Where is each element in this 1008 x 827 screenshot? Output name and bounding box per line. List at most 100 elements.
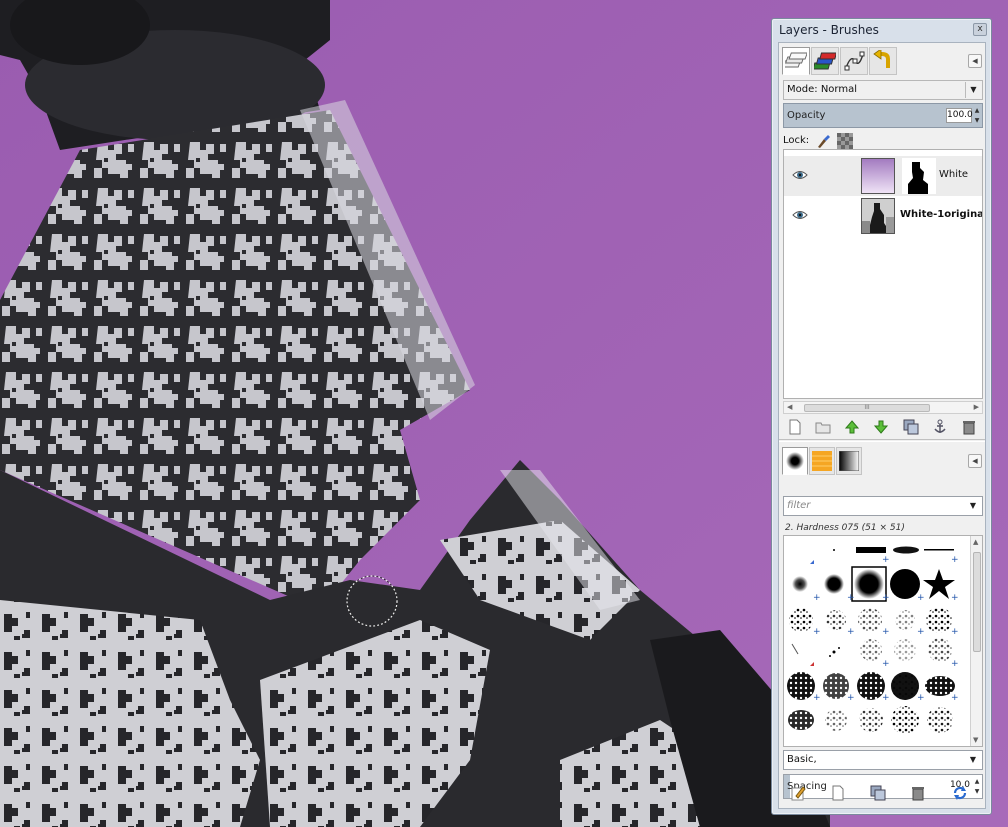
brush-grid-previews: + + + + + + + + + + + + + + + + + + + bbox=[787, 546, 959, 734]
close-button[interactable]: x bbox=[973, 23, 987, 36]
layers-tab-menu-button[interactable]: ◀ bbox=[968, 54, 982, 68]
svg-text:+: + bbox=[951, 593, 959, 603]
new-layer-button[interactable] bbox=[787, 419, 803, 435]
tab-brushes[interactable] bbox=[782, 447, 808, 475]
brush-grid-vscrollbar[interactable]: ▲ ▼ bbox=[970, 536, 982, 746]
svg-text:+: + bbox=[917, 693, 925, 703]
delete-brush-button[interactable] bbox=[910, 785, 926, 801]
spin-down-icon[interactable]: ▼ bbox=[973, 116, 981, 126]
scroll-right-icon[interactable]: ▶ bbox=[974, 403, 979, 411]
opacity-spinscale[interactable]: Opacity 100.0 ▲ ▼ bbox=[783, 103, 983, 128]
svg-text:+: + bbox=[882, 555, 890, 565]
chevron-down-icon[interactable]: ▼ bbox=[965, 498, 981, 514]
brush-grid[interactable]: + + + + + + + + + + + + + + + + + + + ▲ ▼ bbox=[783, 535, 983, 747]
eye-icon[interactable] bbox=[792, 168, 808, 182]
layer-thumbnail[interactable] bbox=[861, 198, 895, 234]
tab-layers[interactable] bbox=[782, 47, 810, 75]
lock-row: Lock: bbox=[783, 133, 983, 149]
selected-brush-label: 2. Hardness 075 (51 × 51) bbox=[785, 523, 905, 533]
lock-label: Lock: bbox=[783, 135, 810, 146]
brushes-tab-menu-button[interactable]: ◀ bbox=[968, 454, 982, 468]
lock-alpha-icon[interactable] bbox=[837, 133, 853, 149]
layer-thumbnail[interactable] bbox=[861, 158, 895, 194]
undo-history-icon bbox=[873, 50, 890, 68]
svg-text:+: + bbox=[847, 627, 855, 637]
new-layer-icon bbox=[789, 419, 801, 435]
layer-name[interactable]: White bbox=[939, 169, 968, 180]
svg-text:+: + bbox=[917, 593, 925, 603]
lower-layer-button[interactable] bbox=[873, 419, 889, 435]
tab-gradients[interactable] bbox=[836, 447, 862, 475]
svg-text:+: + bbox=[882, 627, 890, 637]
duplicate-brush-button[interactable] bbox=[870, 785, 886, 801]
layers-tabstrip: ◀ bbox=[782, 47, 982, 75]
gradients-icon bbox=[839, 451, 859, 471]
new-brush-button[interactable] bbox=[830, 785, 846, 801]
tab-channels[interactable] bbox=[811, 47, 839, 75]
tab-patterns[interactable] bbox=[809, 447, 835, 475]
svg-text:+: + bbox=[847, 593, 855, 603]
lower-layer-icon bbox=[874, 420, 888, 434]
scroll-up-icon[interactable]: ▲ bbox=[973, 538, 978, 546]
mode-combo[interactable]: Mode: Normal ▼ bbox=[783, 80, 983, 100]
chevron-down-icon[interactable]: ▼ bbox=[965, 752, 981, 768]
svg-text:+: + bbox=[813, 593, 821, 603]
opacity-label: Opacity bbox=[787, 110, 826, 121]
layer-row[interactable]: White-1original.jpg bbox=[784, 196, 982, 236]
scrollbar-thumb[interactable]: III bbox=[804, 404, 930, 412]
scroll-down-icon[interactable]: ▼ bbox=[973, 736, 978, 744]
tab-undo-history[interactable] bbox=[869, 47, 897, 75]
raise-layer-button[interactable] bbox=[844, 419, 860, 435]
new-brush-icon bbox=[832, 785, 844, 801]
layers-button-row bbox=[783, 417, 983, 437]
tab-paths[interactable] bbox=[840, 47, 868, 75]
delete-layer-icon bbox=[963, 421, 975, 435]
scrollbar-thumb[interactable] bbox=[973, 552, 981, 652]
eye-icon[interactable] bbox=[792, 208, 808, 222]
brushes-icon bbox=[786, 452, 804, 470]
layers-brushes-dock: Layers - Brushes x ◀ Mode: Normal ▼ Opac… bbox=[771, 18, 992, 815]
refresh-brushes-button[interactable] bbox=[952, 785, 968, 801]
raise-layer-icon bbox=[845, 420, 859, 434]
svg-text:+: + bbox=[813, 627, 821, 637]
layer-name[interactable]: White-1original.jpg bbox=[900, 209, 982, 220]
duplicate-brush-icon bbox=[870, 785, 886, 801]
paths-icon bbox=[844, 51, 865, 71]
opacity-value[interactable]: 100.0 bbox=[946, 108, 973, 123]
lock-pixels-icon[interactable] bbox=[815, 133, 831, 149]
brushes-button-row bbox=[786, 783, 986, 803]
dock-title: Layers - Brushes bbox=[779, 23, 879, 37]
delete-brush-icon bbox=[912, 787, 924, 801]
layers-list[interactable]: White White-1original.jpg bbox=[783, 149, 983, 399]
new-layer-group-icon bbox=[815, 422, 831, 434]
svg-text:+: + bbox=[847, 693, 855, 703]
dock-titlebar[interactable]: Layers - Brushes x bbox=[772, 19, 991, 41]
scroll-left-icon[interactable]: ◀ bbox=[787, 403, 792, 411]
channels-icon bbox=[814, 52, 836, 70]
anchor-layer-button[interactable] bbox=[932, 419, 948, 435]
anchor-layer-icon bbox=[934, 419, 946, 433]
brush-tag-combo[interactable]: Basic, ▼ bbox=[783, 750, 983, 770]
mode-value: Normal bbox=[820, 84, 857, 95]
layers-hscrollbar[interactable]: ◀ III ▶ bbox=[783, 401, 983, 414]
filter-combo[interactable]: filter ▼ bbox=[783, 496, 983, 516]
layer-mask-image bbox=[908, 162, 928, 194]
layer-mask-thumbnail[interactable] bbox=[902, 158, 936, 194]
filter-input[interactable]: filter bbox=[787, 500, 810, 511]
duplicate-layer-button[interactable] bbox=[903, 419, 919, 435]
panel-separator[interactable] bbox=[779, 439, 985, 442]
svg-text:+: + bbox=[882, 693, 890, 703]
svg-text:+: + bbox=[882, 593, 890, 603]
edit-brush-button[interactable] bbox=[790, 785, 806, 801]
brush-tag-value[interactable]: Basic, bbox=[787, 754, 817, 765]
delete-layer-button[interactable] bbox=[961, 419, 977, 435]
duplicate-layer-icon bbox=[903, 419, 919, 435]
spin-up-icon[interactable]: ▲ bbox=[973, 106, 981, 116]
svg-text:+: + bbox=[951, 555, 959, 565]
layer-row[interactable]: White bbox=[784, 156, 982, 196]
svg-text:+: + bbox=[951, 659, 959, 669]
new-layer-group-button[interactable] bbox=[815, 419, 831, 435]
brushes-tabstrip: ◀ bbox=[782, 447, 982, 475]
svg-text:+: + bbox=[882, 659, 890, 669]
edit-brush-icon bbox=[791, 786, 806, 801]
